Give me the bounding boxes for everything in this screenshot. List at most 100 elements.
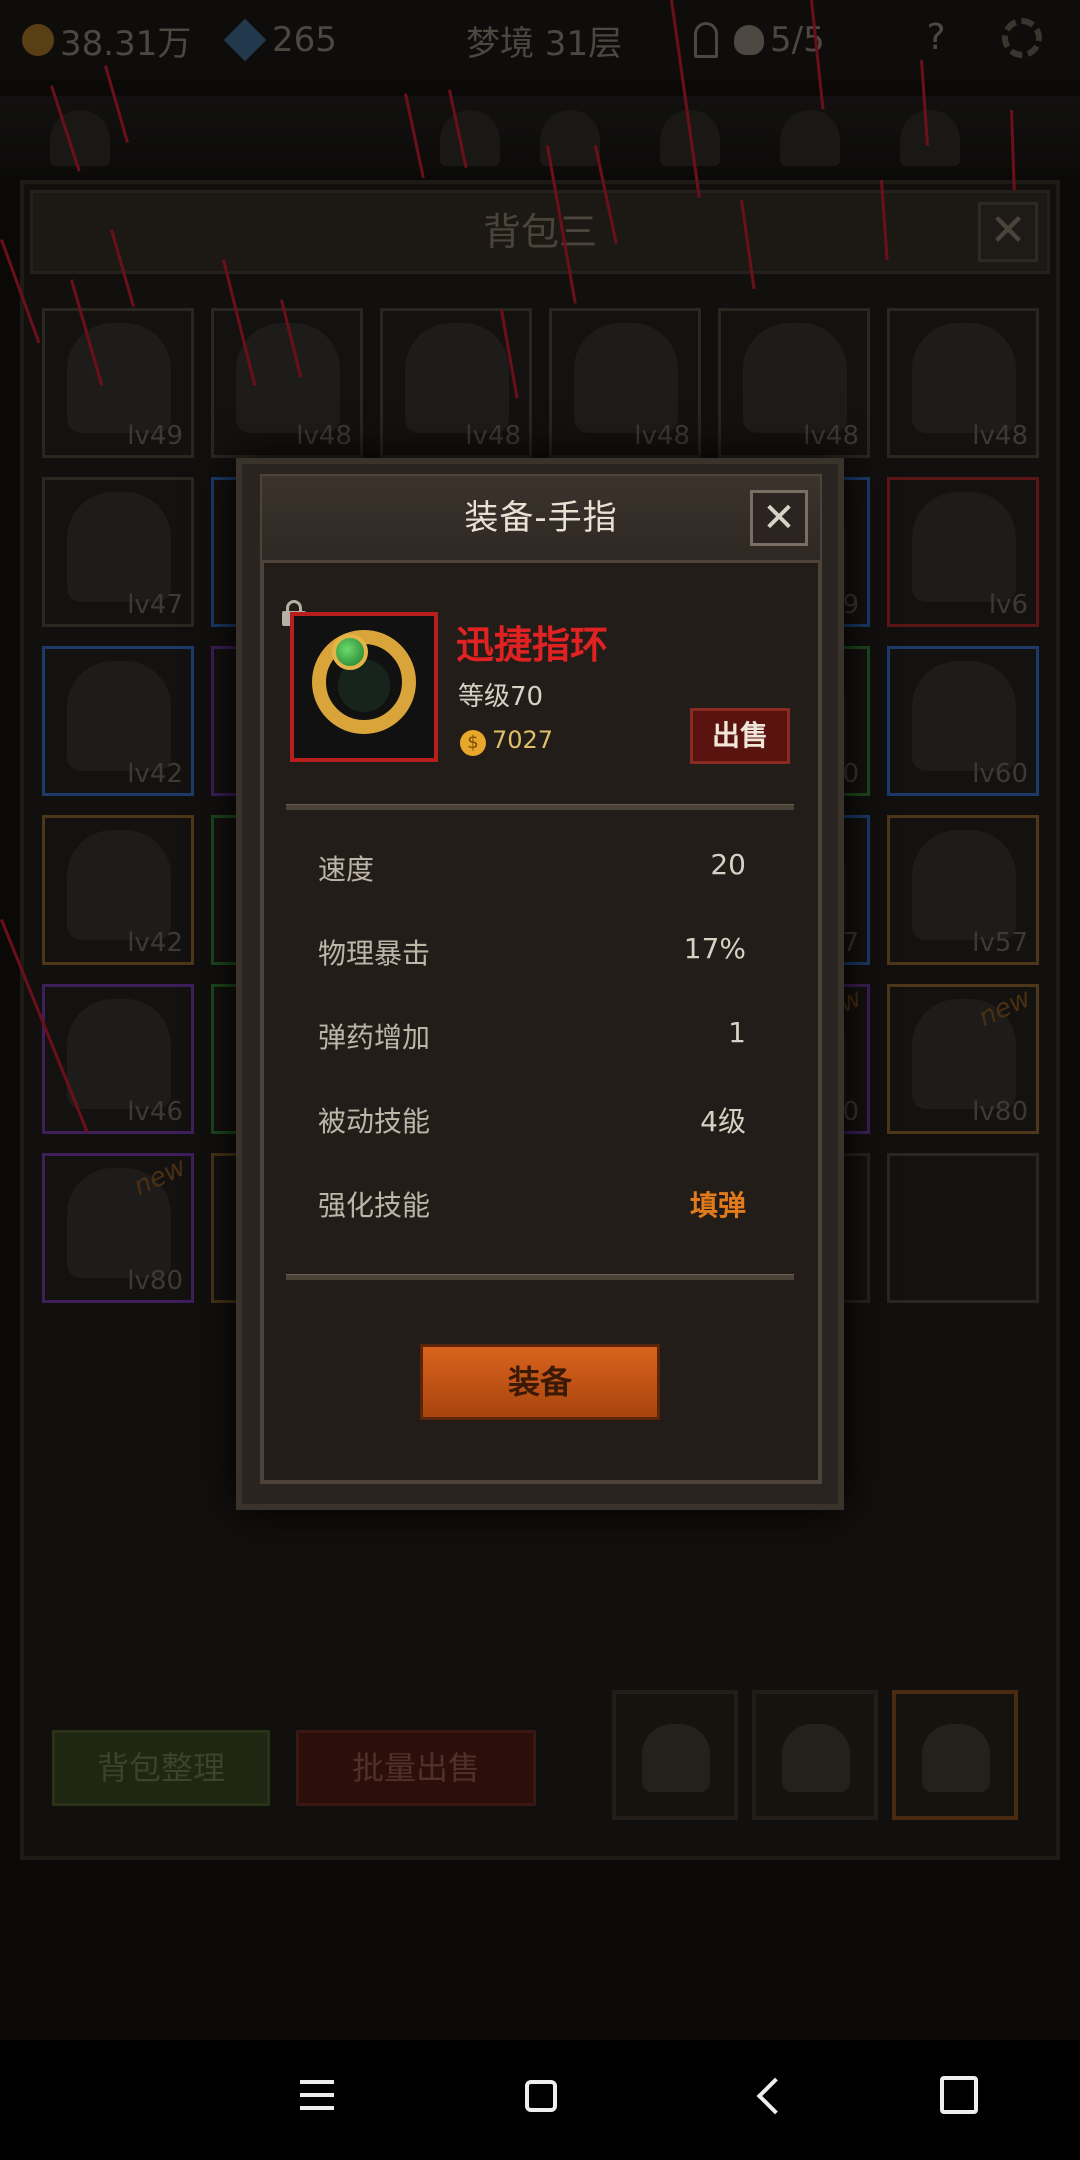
gem-amount: 265 <box>272 20 337 60</box>
ring-gem <box>332 634 368 670</box>
stage-label: 梦境 31层 <box>466 18 623 64</box>
equipment-item-icon <box>912 830 1016 940</box>
slot-level: 7 <box>842 928 859 958</box>
stat-value-skill[interactable]: 填弹 <box>690 1184 746 1224</box>
modal-title: 装备-手指 <box>464 498 618 538</box>
equipment-item-icon <box>67 323 171 433</box>
item-level: 等级70 <box>458 682 544 712</box>
divider <box>286 804 794 810</box>
stat-name: 被动技能 <box>318 1105 431 1138</box>
slot-level: lv48 <box>972 421 1028 451</box>
settings-gear-icon[interactable] <box>1002 18 1042 58</box>
gold-amount: 38.31万 <box>60 23 192 64</box>
slot-level: lv80 <box>127 1266 183 1296</box>
equipment-item-icon <box>912 492 1016 602</box>
slot-level: lv6 <box>988 590 1028 620</box>
gold-coin-icon <box>22 24 54 56</box>
bag-tab-2[interactable] <box>752 1690 878 1820</box>
stat-value: 1 <box>728 1016 746 1049</box>
slot-level: lv42 <box>127 759 183 789</box>
resize-icon[interactable] <box>940 2076 978 2114</box>
skull-counter: 5/5 <box>734 18 825 62</box>
slot-level: lv60 <box>972 759 1028 789</box>
menu-line <box>300 2080 334 2084</box>
bag-slot[interactable]: lv57 <box>887 815 1039 965</box>
item-name: 迅捷指环 <box>456 623 609 667</box>
equip-button[interactable]: 装备 <box>420 1344 660 1420</box>
key-icon <box>694 22 718 58</box>
bag-slot[interactable]: lv42 <box>42 646 194 796</box>
slot-level: lv49 <box>127 421 183 451</box>
stat-value: 4级 <box>700 1105 746 1138</box>
bag-slot[interactable]: lv48 <box>718 308 870 458</box>
item-portrait <box>290 612 438 762</box>
stat-name: 速度 <box>318 853 375 886</box>
item-price: 7027 <box>492 726 554 754</box>
skull-icon <box>734 25 764 55</box>
bag-slot[interactable]: lv48 <box>549 308 701 458</box>
slot-level: lv48 <box>465 421 521 451</box>
gold-coin-icon: $ <box>460 730 486 756</box>
bag-title: 背包三 <box>482 210 597 254</box>
slot-level: 0 <box>842 1097 859 1127</box>
modal-close-button[interactable]: ✕ <box>750 490 808 546</box>
slot-level: lv42 <box>127 928 183 958</box>
backpack-icon <box>782 1724 850 1792</box>
bag-slot[interactable]: lv49 <box>42 308 194 458</box>
home-icon[interactable] <box>525 2080 557 2112</box>
help-icon[interactable]: ? <box>916 18 956 58</box>
hero-slot-icon <box>780 110 840 166</box>
stage-text: 梦境 31层 <box>466 23 623 64</box>
bag-close-button[interactable]: ✕ <box>978 202 1038 262</box>
bag-slot[interactable]: lv48 <box>887 308 1039 458</box>
divider <box>286 1274 794 1280</box>
gem-icon <box>223 18 267 62</box>
stat-name: 强化技能 <box>318 1189 431 1222</box>
equipment-item-icon <box>67 492 171 602</box>
equipment-item-icon <box>405 323 509 433</box>
bag-tab-3[interactable] <box>892 1690 1018 1820</box>
sort-bag-button[interactable]: 背包整理 <box>52 1730 270 1806</box>
slot-level: lv57 <box>972 928 1028 958</box>
stat-name: 弹药增加 <box>318 1021 431 1054</box>
slot-level: 0 <box>842 759 859 789</box>
slot-level: lv46 <box>127 1097 183 1127</box>
menu-line <box>300 2106 334 2110</box>
bag-slot[interactable]: lv46 <box>42 984 194 1134</box>
backpack-icon <box>642 1724 710 1792</box>
slot-level: lv48 <box>803 421 859 451</box>
stat-name: 物理暴击 <box>318 937 431 970</box>
bag-slot[interactable]: lv47 <box>42 477 194 627</box>
stat-value: 20 <box>710 848 746 881</box>
menu-icon[interactable] <box>300 2080 334 2110</box>
bag-slot[interactable]: lv48 <box>380 308 532 458</box>
bag-slot[interactable]: lv6 <box>887 477 1039 627</box>
slot-level: lv48 <box>634 421 690 451</box>
backpack-icon <box>922 1724 990 1792</box>
gem-counter: 265 <box>223 18 337 62</box>
bag-slot[interactable]: lv60 <box>887 646 1039 796</box>
hero-slot-icon <box>50 110 110 166</box>
gold-counter: 38.31万 <box>22 18 192 64</box>
bag-tab-1[interactable] <box>612 1690 738 1820</box>
slot-level: lv80 <box>972 1097 1028 1127</box>
hero-slot-icon <box>440 110 500 166</box>
equipment-item-icon <box>574 323 678 433</box>
slot-level: lv47 <box>127 590 183 620</box>
bag-slot[interactable]: lv80 new <box>42 1152 194 1303</box>
equipment-item-icon <box>67 830 171 940</box>
bag-slot[interactable] <box>887 1153 1039 1303</box>
slot-level: lv48 <box>296 421 352 451</box>
equipment-item-icon <box>67 999 171 1109</box>
key-counter <box>694 18 726 62</box>
menu-line <box>300 2093 334 2097</box>
equipment-item-icon <box>67 661 171 771</box>
bag-slot[interactable]: lv80 new <box>887 983 1039 1134</box>
equipment-item-icon <box>912 661 1016 771</box>
slot-level: 9 <box>842 590 859 620</box>
bag-slot[interactable]: lv42 <box>42 815 194 965</box>
sell-button[interactable]: 出售 <box>690 708 790 764</box>
bulk-sell-button[interactable]: 批量出售 <box>296 1730 536 1806</box>
stat-value: 17% <box>683 932 746 965</box>
equipment-item-icon <box>912 323 1016 433</box>
